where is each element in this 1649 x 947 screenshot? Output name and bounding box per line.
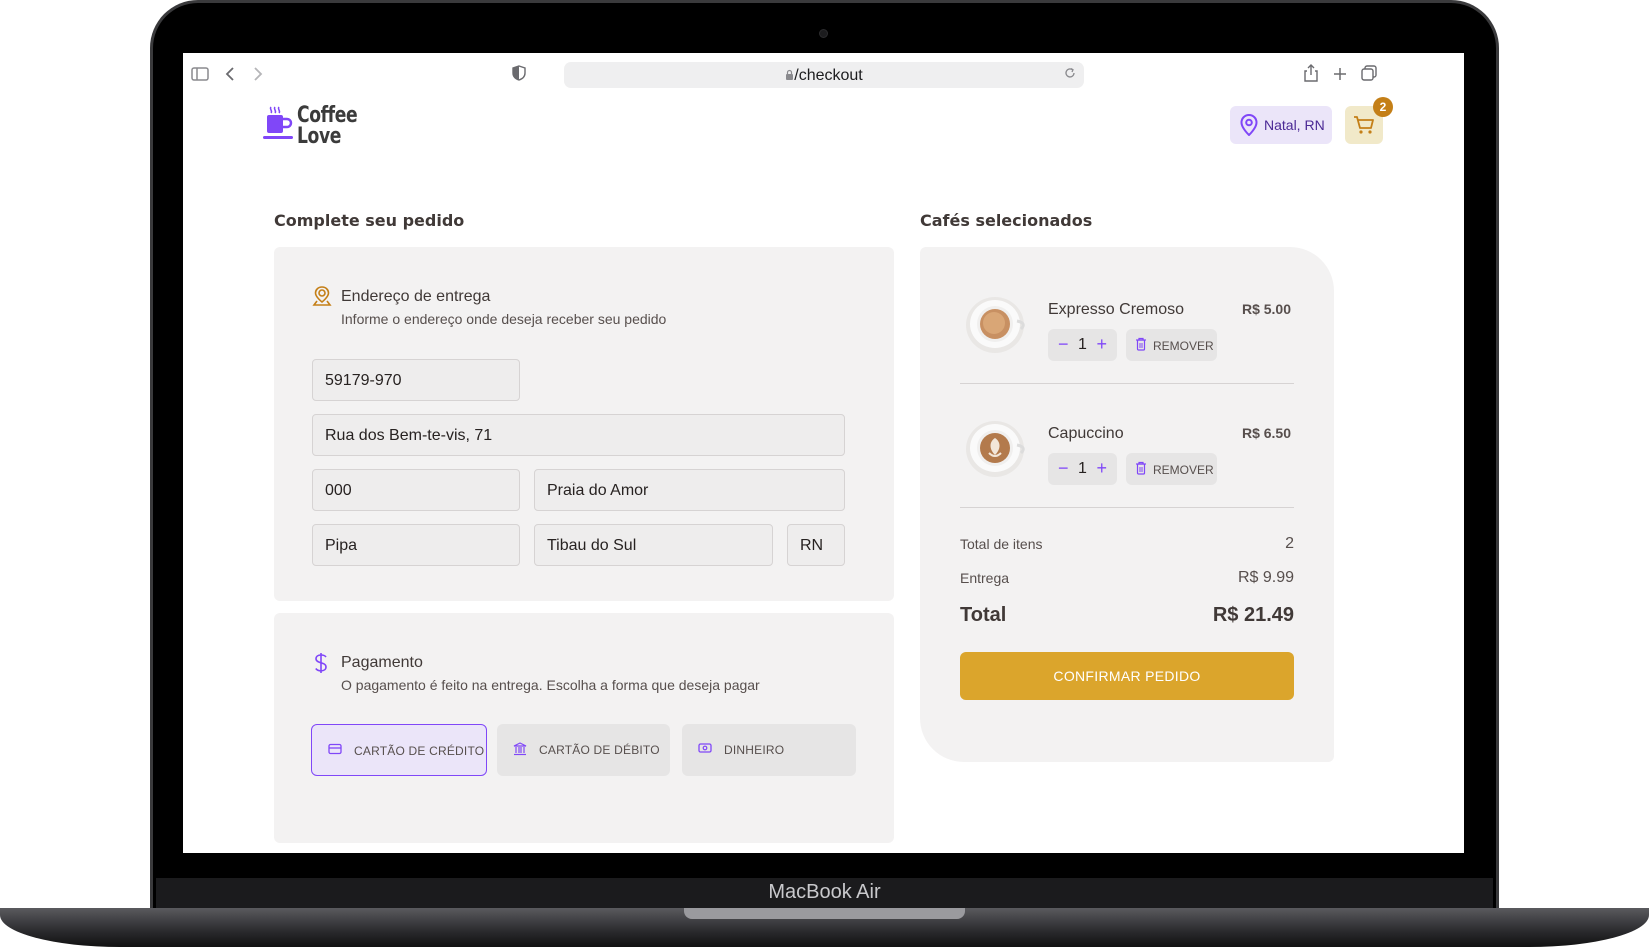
- coffee-cup-icon: [263, 106, 293, 139]
- items-total-label: Total de itens: [960, 536, 1043, 552]
- device-mockup: MacBook Air /checkout Coffee Love Natal,…: [0, 0, 1649, 947]
- total-value: R$ 21.49: [1212, 604, 1294, 626]
- divider: [960, 383, 1294, 384]
- credit-card-icon: [328, 743, 342, 758]
- url-text: /checkout: [564, 67, 1084, 85]
- cart-title: Cafés selecionados: [920, 211, 1093, 230]
- cart-card: Expresso Cremoso R$ 5.00 − 1 + REMOVER C…: [920, 247, 1334, 762]
- lock-icon: [785, 67, 794, 84]
- map-pin-icon: [312, 286, 332, 311]
- delivery-value: R$ 9.99: [1237, 569, 1294, 586]
- payment-subtitle: O pagamento é feito na entrega. Escolha …: [341, 677, 760, 693]
- logo-line-1: Coffee: [297, 103, 358, 128]
- city-input[interactable]: Tibau do Sul: [534, 524, 773, 566]
- reload-icon[interactable]: [1064, 66, 1076, 82]
- remove-label: REMOVER: [1153, 339, 1214, 353]
- camera-icon: [819, 29, 828, 38]
- remove-button[interactable]: REMOVER: [1126, 329, 1217, 361]
- increase-button[interactable]: +: [1096, 334, 1107, 354]
- bank-icon: [513, 742, 527, 759]
- shield-icon[interactable]: [512, 65, 526, 84]
- payment-option-credit[interactable]: CARTÃO DE CRÉDITO: [311, 724, 487, 776]
- cart-item-price: R$ 6.50: [1241, 425, 1291, 441]
- confirm-order-button[interactable]: CONFIRMAR PEDIDO: [960, 652, 1294, 700]
- capuccino-image: [965, 415, 1029, 479]
- trash-icon: [1135, 461, 1147, 478]
- address-bar[interactable]: /checkout: [564, 62, 1084, 88]
- items-total-value: 2: [1285, 535, 1294, 552]
- total-label: Total: [960, 604, 1007, 626]
- url-value: /checkout: [794, 67, 863, 84]
- money-icon: [698, 742, 712, 757]
- logo-line-2: Love: [297, 124, 341, 149]
- remove-label: REMOVER: [1153, 463, 1214, 477]
- browser-toolbar: /checkout: [183, 53, 1464, 97]
- neighborhood-input[interactable]: Praia do Amor: [534, 469, 845, 511]
- quantity-stepper: − 1 +: [1048, 329, 1117, 361]
- location-label: Natal, RN: [1264, 117, 1325, 133]
- cart-icon: [1353, 115, 1375, 140]
- location-button[interactable]: Natal, RN: [1230, 106, 1332, 144]
- uf-input[interactable]: RN: [787, 524, 845, 566]
- divider: [960, 507, 1294, 508]
- increase-button[interactable]: +: [1096, 458, 1107, 478]
- payment-card: Pagamento O pagamento é feito na entrega…: [274, 613, 894, 843]
- forward-icon[interactable]: [253, 66, 263, 85]
- cep-input[interactable]: 59179-970: [312, 359, 520, 401]
- street-input[interactable]: Rua dos Bem-te-vis, 71: [312, 414, 845, 456]
- payment-option-label: CARTÃO DE CRÉDITO: [354, 744, 485, 758]
- payment-option-label: CARTÃO DE DÉBITO: [539, 743, 660, 757]
- share-icon[interactable]: [1304, 64, 1318, 85]
- payment-option-debit[interactable]: CARTÃO DE DÉBITO: [497, 724, 670, 776]
- address-card: Endereço de entrega Informe o endereço o…: [274, 247, 894, 601]
- trash-icon: [1135, 337, 1147, 354]
- new-tab-icon[interactable]: [1333, 66, 1347, 84]
- quantity-stepper: − 1 +: [1048, 453, 1117, 485]
- payment-option-label: DINHEIRO: [724, 743, 785, 757]
- screen: /checkout Coffee Love Natal, RN 2 Comple…: [183, 53, 1464, 853]
- map-pin-icon: [1240, 113, 1258, 139]
- dollar-icon: [314, 652, 328, 679]
- tabs-icon[interactable]: [1361, 65, 1377, 84]
- cart-item-name: Capuccino: [1048, 425, 1124, 442]
- logo-text: Coffee Love: [297, 103, 358, 149]
- payment-option-cash[interactable]: DINHEIRO: [682, 724, 856, 776]
- address-title: Endereço de entrega: [341, 288, 491, 305]
- device-brand-label: MacBook Air: [768, 881, 881, 903]
- cart-item-price: R$ 5.00: [1241, 301, 1291, 317]
- cart-count-badge: 2: [1373, 97, 1393, 117]
- checkout-title: Complete seu pedido: [274, 211, 465, 230]
- back-icon[interactable]: [225, 66, 235, 85]
- address-subtitle: Informe o endereço onde deseja receber s…: [341, 311, 667, 327]
- cart-item-name: Expresso Cremoso: [1048, 301, 1185, 318]
- delivery-label: Entrega: [960, 570, 1010, 586]
- expresso-image: [965, 291, 1029, 355]
- district-input[interactable]: Pipa: [312, 524, 520, 566]
- remove-button[interactable]: REMOVER: [1126, 453, 1217, 485]
- number-input[interactable]: 000: [312, 469, 520, 511]
- laptop-notch: [684, 908, 965, 919]
- coffee-love-logo[interactable]: Coffee Love: [261, 103, 358, 157]
- sidebar-icon[interactable]: [191, 66, 209, 85]
- payment-title: Pagamento: [341, 654, 423, 671]
